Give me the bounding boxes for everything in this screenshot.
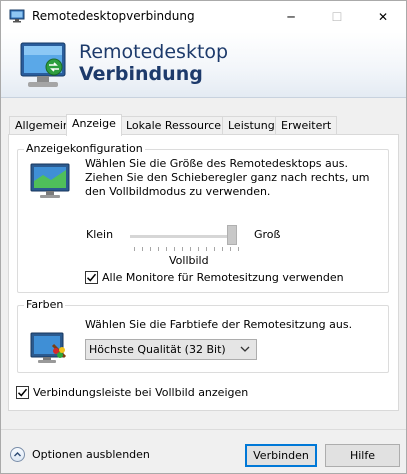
- connection-bar-label[interactable]: Verbindungsleiste bei Vollbild anzeigen: [33, 386, 248, 399]
- footer-divider: [1, 429, 406, 430]
- rdp-window: Remotedesktopverbindung ─ ☐ ✕ Remotedesk…: [0, 0, 407, 474]
- minimize-icon: ─: [287, 9, 295, 24]
- close-button[interactable]: ✕: [360, 1, 406, 32]
- banner-title-line2: Verbindung: [79, 63, 203, 85]
- remote-desktop-logo-icon: [20, 42, 66, 87]
- slider-track: [130, 235, 236, 238]
- tab-lokale-ressourcen[interactable]: Lokale Ressourcen: [120, 116, 235, 135]
- tab-anzeige[interactable]: Anzeige: [66, 114, 122, 136]
- checkmark-icon: [17, 388, 28, 397]
- slider-thumb[interactable]: [227, 225, 237, 245]
- color-depth-icon: [30, 332, 67, 363]
- title-bar: Remotedesktopverbindung ─ ☐ ✕: [1, 1, 406, 32]
- close-icon: ✕: [377, 9, 389, 24]
- all-monitors-checkbox[interactable]: [85, 271, 98, 284]
- checkmark-icon: [86, 273, 97, 282]
- colors-group: Farben Wählen Sie die Farbtiefe der Remo…: [17, 298, 389, 373]
- help-button[interactable]: Hilfe: [325, 444, 400, 467]
- maximize-button[interactable]: ☐: [314, 1, 360, 32]
- display-size-slider[interactable]: [124, 225, 244, 253]
- display-description: Wählen Sie die Größe des Remotedesktops …: [85, 157, 370, 198]
- slider-ticks: [134, 247, 240, 251]
- display-monitor-icon: [30, 163, 70, 198]
- tab-erweitert[interactable]: Erweitert: [275, 116, 338, 135]
- window-title: Remotedesktopverbindung: [32, 9, 195, 23]
- colors-group-title: Farben: [24, 298, 66, 311]
- minimize-button[interactable]: ─: [268, 1, 314, 32]
- slider-max-label: Groß: [254, 228, 281, 241]
- banner-title-line1: Remotedesktop: [79, 41, 229, 63]
- chevron-down-icon: [240, 346, 250, 352]
- connect-button[interactable]: Verbinden: [245, 444, 317, 467]
- maximize-icon: ☐: [331, 9, 343, 24]
- colors-description: Wählen Sie die Farbtiefe der Remotesitzu…: [85, 318, 353, 331]
- slider-value-label: Vollbild: [169, 254, 209, 267]
- hide-options-label[interactable]: Optionen ausblenden: [32, 448, 150, 461]
- tab-panel-anzeige: Anzeigekonfiguration Wählen Sie die Größ…: [8, 134, 399, 411]
- display-config-group-title: Anzeigekonfiguration: [24, 142, 145, 155]
- tab-leistung[interactable]: Leistung: [222, 116, 281, 135]
- chevron-up-icon: [14, 452, 21, 457]
- display-config-group: Anzeigekonfiguration Wählen Sie die Größ…: [17, 142, 389, 293]
- color-depth-value: Höchste Qualität (32 Bit): [89, 343, 226, 356]
- all-monitors-label[interactable]: Alle Monitore für Remotesitzung verwende…: [102, 271, 344, 284]
- slider-min-label: Klein: [86, 228, 114, 241]
- hide-options-button[interactable]: [10, 447, 25, 462]
- header-banner: Remotedesktop Verbindung: [1, 32, 406, 98]
- color-depth-select[interactable]: Höchste Qualität (32 Bit): [85, 339, 257, 360]
- remote-desktop-icon: [9, 9, 25, 23]
- connection-bar-checkbox[interactable]: [16, 386, 29, 399]
